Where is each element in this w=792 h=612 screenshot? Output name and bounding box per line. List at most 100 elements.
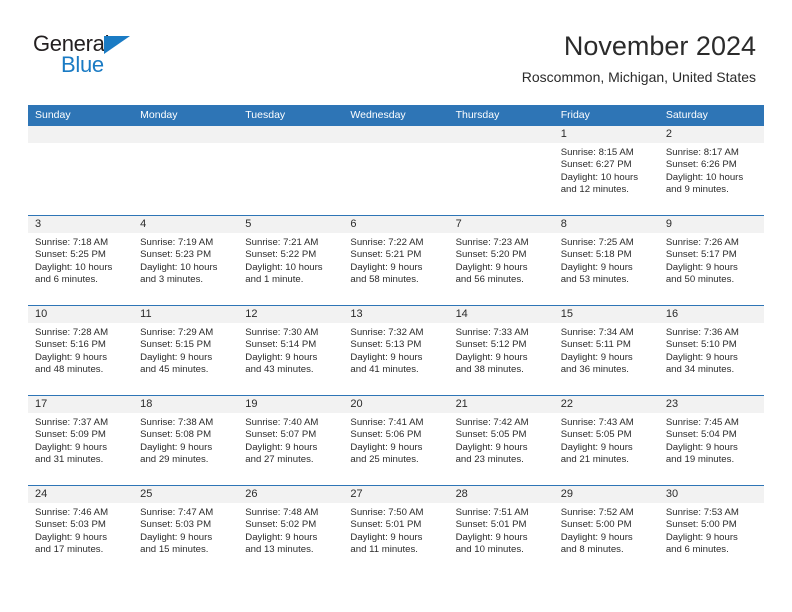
day-number[interactable]: 19 bbox=[238, 396, 343, 413]
sunrise-text: Sunrise: 7:26 AM bbox=[665, 237, 739, 248]
day-cell[interactable]: Sunrise: 7:51 AM Sunset: 5:01 PM Dayligh… bbox=[449, 503, 554, 575]
generalblue-logo[interactable]: General Blue bbox=[33, 33, 213, 85]
day-number[interactable]: 4 bbox=[133, 216, 238, 233]
sunrise-text: Sunrise: 7:47 AM bbox=[140, 507, 214, 518]
daylight-text-line1: Daylight: 9 hours bbox=[245, 441, 318, 453]
day-cell[interactable]: Sunrise: 7:26 AM Sunset: 5:17 PM Dayligh… bbox=[659, 233, 764, 305]
week-date-numbers: 17 18 19 20 21 22 23 bbox=[28, 396, 764, 413]
calendar-week-row: 3 4 5 6 7 8 9 Sunrise: 7:18 AM Sunset: 5… bbox=[28, 215, 764, 305]
week-detail-row: Sunrise: 8:15 AM Sunset: 6:27 PM Dayligh… bbox=[28, 143, 764, 215]
day-number[interactable]: 24 bbox=[28, 486, 133, 503]
sunrise-text: Sunrise: 7:25 AM bbox=[560, 237, 634, 248]
day-cell[interactable]: Sunrise: 8:17 AM Sunset: 6:26 PM Dayligh… bbox=[659, 143, 764, 215]
sunrise-text: Sunrise: 7:22 AM bbox=[350, 237, 424, 248]
day-cell[interactable]: Sunrise: 7:32 AM Sunset: 5:13 PM Dayligh… bbox=[343, 323, 448, 395]
day-cell[interactable] bbox=[133, 143, 238, 215]
day-number[interactable]: 23 bbox=[659, 396, 764, 413]
day-cell[interactable] bbox=[343, 143, 448, 215]
day-cell[interactable]: Sunrise: 7:19 AM Sunset: 5:23 PM Dayligh… bbox=[133, 233, 238, 305]
day-cell[interactable]: Sunrise: 7:48 AM Sunset: 5:02 PM Dayligh… bbox=[238, 503, 343, 575]
day-number[interactable]: 6 bbox=[343, 216, 448, 233]
day-number[interactable]: 27 bbox=[343, 486, 448, 503]
day-number[interactable]: 15 bbox=[554, 306, 659, 323]
day-cell[interactable]: Sunrise: 7:28 AM Sunset: 5:16 PM Dayligh… bbox=[28, 323, 133, 395]
calendar-grid: Sunday Monday Tuesday Wednesday Thursday… bbox=[28, 105, 764, 575]
day-cell[interactable]: Sunrise: 7:42 AM Sunset: 5:05 PM Dayligh… bbox=[449, 413, 554, 485]
day-number[interactable]: 30 bbox=[659, 486, 764, 503]
day-number[interactable]: 25 bbox=[133, 486, 238, 503]
day-number[interactable]: 28 bbox=[449, 486, 554, 503]
day-number[interactable]: 12 bbox=[238, 306, 343, 323]
day-cell[interactable]: Sunrise: 7:18 AM Sunset: 5:25 PM Dayligh… bbox=[28, 233, 133, 305]
day-cell[interactable]: Sunrise: 7:34 AM Sunset: 5:11 PM Dayligh… bbox=[554, 323, 659, 395]
day-number[interactable]: 16 bbox=[659, 306, 764, 323]
day-cell[interactable]: Sunrise: 7:45 AM Sunset: 5:04 PM Dayligh… bbox=[659, 413, 764, 485]
day-number[interactable]: 21 bbox=[449, 396, 554, 413]
sunrise-text: Sunrise: 7:36 AM bbox=[665, 327, 739, 338]
day-cell[interactable]: Sunrise: 7:29 AM Sunset: 5:15 PM Dayligh… bbox=[133, 323, 238, 395]
day-cell[interactable] bbox=[238, 143, 343, 215]
day-number[interactable]: 18 bbox=[133, 396, 238, 413]
daylight-text-line2: and 29 minutes. bbox=[140, 454, 209, 466]
day-number[interactable]: 5 bbox=[238, 216, 343, 233]
day-number[interactable]: 29 bbox=[554, 486, 659, 503]
daylight-text-line1: Daylight: 9 hours bbox=[350, 441, 423, 453]
sunset-text: Sunset: 5:02 PM bbox=[245, 519, 317, 531]
day-cell[interactable]: Sunrise: 7:38 AM Sunset: 5:08 PM Dayligh… bbox=[133, 413, 238, 485]
day-number[interactable]: 26 bbox=[238, 486, 343, 503]
weekday-header-monday: Monday bbox=[140, 109, 178, 121]
day-cell[interactable]: Sunrise: 7:46 AM Sunset: 5:03 PM Dayligh… bbox=[28, 503, 133, 575]
day-number[interactable]: 7 bbox=[449, 216, 554, 233]
day-cell[interactable]: Sunrise: 7:41 AM Sunset: 5:06 PM Dayligh… bbox=[343, 413, 448, 485]
day-cell[interactable]: Sunrise: 7:37 AM Sunset: 5:09 PM Dayligh… bbox=[28, 413, 133, 485]
day-cell[interactable]: Sunrise: 7:53 AM Sunset: 5:00 PM Dayligh… bbox=[659, 503, 764, 575]
daylight-text-line2: and 58 minutes. bbox=[350, 274, 419, 286]
day-cell[interactable]: Sunrise: 7:25 AM Sunset: 5:18 PM Dayligh… bbox=[554, 233, 659, 305]
day-cell[interactable]: Sunrise: 7:30 AM Sunset: 5:14 PM Dayligh… bbox=[238, 323, 343, 395]
daylight-text-line1: Daylight: 9 hours bbox=[560, 441, 633, 453]
sunrise-text: Sunrise: 7:32 AM bbox=[350, 327, 424, 338]
day-number[interactable] bbox=[343, 126, 448, 143]
sunrise-text: Sunrise: 7:19 AM bbox=[140, 237, 214, 248]
day-number[interactable]: 14 bbox=[449, 306, 554, 323]
sunset-text: Sunset: 5:00 PM bbox=[665, 519, 737, 531]
day-number[interactable]: 10 bbox=[28, 306, 133, 323]
sunset-text: Sunset: 5:16 PM bbox=[35, 339, 106, 351]
daylight-text-line2: and 31 minutes. bbox=[35, 454, 104, 466]
daylight-text-line2: and 13 minutes. bbox=[245, 544, 314, 556]
day-number[interactable] bbox=[238, 126, 343, 143]
day-cell[interactable]: Sunrise: 7:40 AM Sunset: 5:07 PM Dayligh… bbox=[238, 413, 343, 485]
day-number[interactable]: 20 bbox=[343, 396, 448, 413]
day-cell[interactable]: Sunrise: 7:22 AM Sunset: 5:21 PM Dayligh… bbox=[343, 233, 448, 305]
day-number[interactable]: 1 bbox=[554, 126, 659, 143]
daylight-text-line1: Daylight: 9 hours bbox=[455, 261, 528, 273]
day-cell[interactable]: Sunrise: 7:33 AM Sunset: 5:12 PM Dayligh… bbox=[449, 323, 554, 395]
day-cell[interactable] bbox=[28, 143, 133, 215]
day-cell[interactable]: Sunrise: 7:43 AM Sunset: 5:05 PM Dayligh… bbox=[554, 413, 659, 485]
daylight-text-line2: and 15 minutes. bbox=[140, 544, 209, 556]
day-number[interactable]: 8 bbox=[554, 216, 659, 233]
day-number[interactable] bbox=[133, 126, 238, 143]
day-cell[interactable]: Sunrise: 7:21 AM Sunset: 5:22 PM Dayligh… bbox=[238, 233, 343, 305]
day-number[interactable]: 2 bbox=[659, 126, 764, 143]
day-cell[interactable] bbox=[449, 143, 554, 215]
day-number[interactable] bbox=[449, 126, 554, 143]
day-number[interactable]: 3 bbox=[28, 216, 133, 233]
day-number[interactable]: 11 bbox=[133, 306, 238, 323]
day-cell[interactable]: Sunrise: 7:36 AM Sunset: 5:10 PM Dayligh… bbox=[659, 323, 764, 395]
day-cell[interactable]: Sunrise: 8:15 AM Sunset: 6:27 PM Dayligh… bbox=[554, 143, 659, 215]
day-number[interactable]: 17 bbox=[28, 396, 133, 413]
day-cell[interactable]: Sunrise: 7:50 AM Sunset: 5:01 PM Dayligh… bbox=[343, 503, 448, 575]
daylight-text-line1: Daylight: 9 hours bbox=[35, 531, 107, 543]
day-number[interactable]: 9 bbox=[659, 216, 764, 233]
day-cell[interactable]: Sunrise: 7:23 AM Sunset: 5:20 PM Dayligh… bbox=[449, 233, 554, 305]
day-number[interactable] bbox=[28, 126, 133, 143]
day-cell[interactable]: Sunrise: 7:52 AM Sunset: 5:00 PM Dayligh… bbox=[554, 503, 659, 575]
day-number[interactable]: 22 bbox=[554, 396, 659, 413]
calendar-week-row: 17 18 19 20 21 22 23 Sunrise: 7:37 AM Su… bbox=[28, 395, 764, 485]
day-cell[interactable]: Sunrise: 7:47 AM Sunset: 5:03 PM Dayligh… bbox=[133, 503, 238, 575]
daylight-text-line2: and 17 minutes. bbox=[35, 544, 104, 556]
daylight-text-line2: and 19 minutes. bbox=[665, 454, 735, 466]
day-number[interactable]: 13 bbox=[343, 306, 448, 323]
sunrise-text: Sunrise: 7:37 AM bbox=[35, 417, 109, 428]
